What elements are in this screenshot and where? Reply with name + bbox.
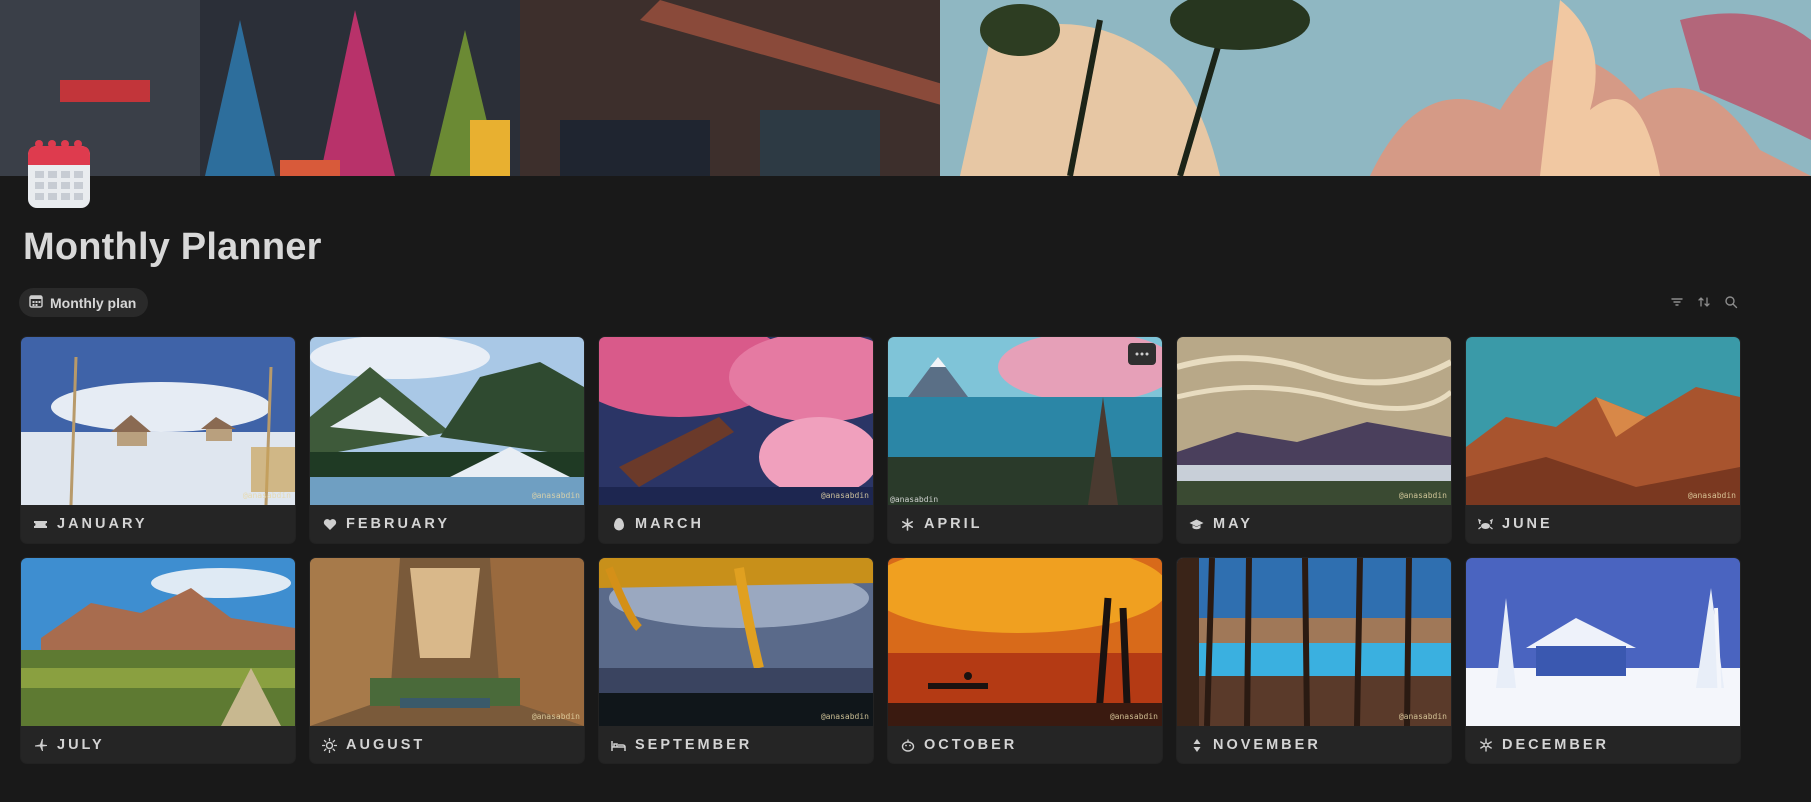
filter-icon[interactable]	[1669, 294, 1685, 310]
card-title: FEBRUARY	[346, 516, 451, 532]
gallery-card-august[interactable]: @anasabdin AUGUST	[310, 558, 584, 763]
page-cover-image	[0, 0, 1811, 176]
card-title: AUGUST	[346, 737, 426, 753]
gallery-card-september[interactable]: @anasabdin SEPTEMBER	[599, 558, 873, 763]
pumpkin-icon	[900, 738, 915, 753]
gallery-card-march[interactable]: @anasabdin MARCH	[599, 337, 873, 543]
gallery-card-january[interactable]: @anasabdin JANUARY	[21, 337, 295, 543]
gallery-card-february[interactable]: @anasabdin FEBRUARY	[310, 337, 584, 543]
turkey-icon	[1189, 738, 1204, 753]
gallery-card-december[interactable]: DECEMBER	[1466, 558, 1740, 763]
card-title: JANUARY	[57, 516, 148, 532]
crab-icon	[1478, 517, 1493, 532]
image-credit: @anasabdin	[820, 491, 869, 500]
card-cover-image	[1466, 558, 1740, 726]
gallery-card-november[interactable]: @anasabdin NOVEMBER	[1177, 558, 1451, 763]
card-cover-image	[888, 558, 1162, 726]
card-more-button[interactable]	[1128, 343, 1156, 365]
sun-icon	[322, 737, 337, 753]
graduation-cap-icon	[1189, 517, 1204, 532]
more-horizontal-icon	[1135, 352, 1149, 356]
card-cover-image	[21, 558, 295, 726]
database-toolbar	[1669, 294, 1739, 310]
card-title: SEPTEMBER	[635, 737, 753, 753]
image-credit: @anasabdin	[890, 495, 939, 504]
calendar-grid-icon	[29, 294, 43, 311]
card-cover-image	[310, 337, 584, 505]
card-title: DECEMBER	[1502, 737, 1609, 753]
calendar-icon[interactable]	[26, 138, 92, 210]
heart-icon	[322, 517, 337, 532]
sort-icon[interactable]	[1696, 294, 1712, 310]
gallery-card-july[interactable]: JULY	[21, 558, 295, 763]
search-icon[interactable]	[1723, 294, 1739, 310]
image-credit: @anasabdin	[1398, 491, 1447, 500]
view-tab-label: Monthly plan	[50, 294, 137, 311]
card-cover-image	[1177, 337, 1451, 505]
image-credit: @anasabdin	[531, 712, 580, 721]
image-credit: @anasabdin	[242, 491, 291, 500]
card-title: MAY	[1213, 516, 1253, 532]
ticket-icon	[33, 517, 48, 532]
image-credit: @anasabdin	[1109, 712, 1158, 721]
card-cover-image	[888, 337, 1162, 505]
card-title: APRIL	[924, 516, 983, 532]
image-credit: @anasabdin	[820, 712, 869, 721]
card-cover-image	[21, 337, 295, 505]
gallery-card-june[interactable]: @anasabdin JUNE	[1466, 337, 1740, 543]
gallery-card-may[interactable]: @anasabdin MAY	[1177, 337, 1451, 543]
card-title: MARCH	[635, 516, 704, 532]
image-credit: @anasabdin	[1687, 491, 1736, 500]
gallery-card-april[interactable]: @anasabdin APRIL	[888, 337, 1162, 543]
egg-icon	[611, 517, 626, 532]
image-credit: @anasabdin	[531, 491, 580, 500]
card-title: JUNE	[1502, 516, 1553, 532]
snowflake-icon	[1478, 738, 1493, 753]
card-cover-image	[1177, 558, 1451, 726]
page-title[interactable]: Monthly Planner	[23, 226, 322, 269]
image-credit: @anasabdin	[1398, 712, 1447, 721]
card-title: NOVEMBER	[1213, 737, 1321, 753]
bed-icon	[611, 738, 626, 753]
asterisk-icon	[900, 517, 915, 532]
airplane-icon	[33, 738, 48, 753]
gallery-view: @anasabdin JANUARY @anasabdin FEBRUARY @…	[21, 337, 1740, 763]
card-cover-image	[599, 337, 873, 505]
view-tab-monthly-plan[interactable]: Monthly plan	[19, 288, 149, 317]
card-cover-image	[1466, 337, 1740, 505]
card-title: OCTOBER	[924, 737, 1018, 753]
gallery-card-october[interactable]: @anasabdin OCTOBER	[888, 558, 1162, 763]
card-cover-image	[599, 558, 873, 726]
card-cover-image	[310, 558, 584, 726]
card-title: JULY	[57, 737, 105, 753]
